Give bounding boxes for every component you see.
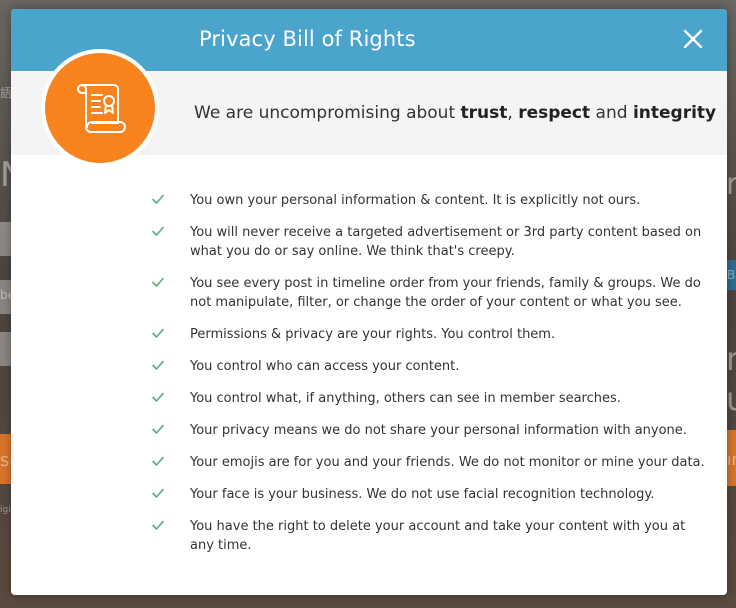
right-text: You control who can access your content. [190,359,460,374]
list-item: You see every post in timeline order fro… [151,274,711,312]
tagline-separator: , [507,103,519,123]
list-item: You own your personal information & cont… [151,191,711,210]
right-text: Your face is your business. We do not us… [190,487,655,502]
right-text: Permissions & privacy are your rights. Y… [190,327,556,342]
checkmark-icon [152,520,164,530]
checkmark-icon [152,456,164,466]
list-item: You will never receive a targeted advert… [151,223,711,261]
list-item: You control who can access your content. [151,357,711,376]
list-item: You control what, if anything, others ca… [151,389,711,408]
certificate-scroll-icon [77,84,126,133]
checkmark-icon [152,328,164,338]
background-text: u [726,380,736,418]
list-item: You have the right to delete your accoun… [151,517,711,555]
list-item: Your emojis are for you and your friends… [151,453,711,472]
right-text: Your emojis are for you and your friends… [190,455,705,470]
tagline-prefix: We are uncompromising about [194,103,461,123]
tagline-trust: trust [460,103,508,123]
right-text: You have the right to delete your accoun… [190,519,686,553]
tagline-respect: respect [518,103,591,123]
list-item: Your face is your business. We do not us… [151,485,711,504]
rights-list: You own your personal information & cont… [151,191,711,568]
checkmark-icon [152,360,164,370]
modal-title: Privacy Bill of Rights [199,27,416,51]
checkmark-icon [152,226,164,236]
background-text: igi [0,505,11,515]
background-text: ro [726,167,736,202]
right-text: You own your personal information & cont… [190,193,641,208]
background-text: Bi [727,268,736,282]
checkmark-icon [152,277,164,287]
list-item: Your privacy means we do not share your … [151,421,711,440]
badge [41,49,159,167]
right-text: You control what, if anything, others ca… [190,391,621,406]
checkmark-icon [152,392,164,402]
checkmark-icon [152,424,164,434]
checkmark-icon [152,194,164,204]
tagline-separator: and [590,103,633,123]
tagline-integrity: integrity [632,103,717,123]
checkmark-icon [152,488,164,498]
right-text: You will never receive a targeted advert… [190,225,702,259]
right-text: You see every post in timeline order fro… [190,276,701,310]
right-text: Your privacy means we do not share your … [190,423,687,438]
background-text: n [726,340,736,378]
background-text: s [0,450,10,471]
close-button[interactable] [679,25,707,53]
privacy-bill-of-rights-modal: Privacy Bill of Rights We are uncompromi… [11,9,727,595]
background-text: ır [727,450,736,469]
list-item: Permissions & privacy are your rights. Y… [151,325,711,344]
tagline: We are uncompromising about trust, respe… [194,103,716,123]
close-icon [683,29,703,49]
